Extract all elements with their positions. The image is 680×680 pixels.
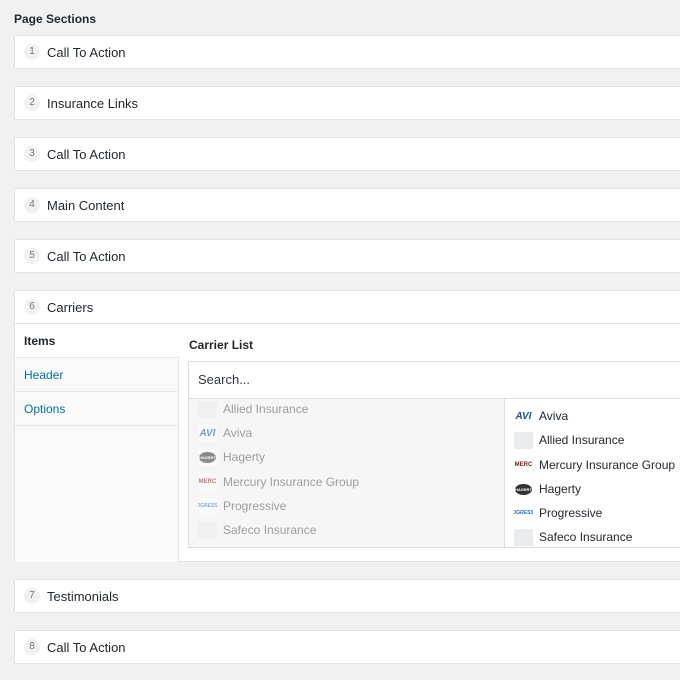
carrier-name: Hagerty (539, 482, 582, 496)
section-7[interactable]: 7 Testimonials (14, 579, 680, 613)
hagerty-logo-text: HAGERTY (199, 451, 217, 463)
section-number: 7 (24, 588, 40, 604)
selected-carrier-hagerty[interactable]: HAGERTY Hagerty (514, 479, 581, 499)
mercury-logo-icon: MERC (198, 473, 217, 491)
selected-carrier-safeco[interactable]: Safeco Insurance (514, 527, 632, 547)
section-3[interactable]: 3 Call To Action (14, 137, 680, 171)
progressive-logo-icon: PROGRESSIVE (198, 497, 217, 515)
progressive-logo-icon: PROGRESSIVE (514, 504, 533, 522)
section-5[interactable]: 5 Call To Action (14, 239, 680, 273)
section-2[interactable]: 2 Insurance Links (14, 86, 680, 120)
carrier-name: Safeco Insurance (223, 523, 317, 537)
carrier-name: Aviva (539, 409, 569, 423)
tab-items[interactable]: Items (15, 324, 179, 358)
section-8[interactable]: 8 Call To Action (14, 630, 680, 664)
section-6[interactable]: 6 Carriers (14, 290, 680, 324)
allied-logo-icon (198, 400, 217, 418)
section-name: Call To Action (47, 146, 126, 162)
section-number: 5 (24, 248, 40, 264)
carrier-name: Aviva (223, 426, 253, 440)
available-carrier-mercury[interactable]: MERC Mercury Insurance Group (198, 472, 359, 492)
selected-carrier-aviva[interactable]: AVI Aviva (514, 406, 568, 426)
hagerty-logo-text: HAGERTY (515, 483, 533, 495)
available-carrier-progressive[interactable]: PROGRESSIVE Progressive (198, 496, 286, 516)
section-name: Call To Action (47, 248, 126, 264)
section-name: Insurance Links (47, 95, 139, 111)
carrier-name: Hagerty (223, 450, 266, 464)
section-name: Call To Action (47, 44, 126, 60)
selected-carrier-allied[interactable]: Allied Insurance (514, 430, 624, 450)
section-4[interactable]: 4 Main Content (14, 188, 680, 222)
carrier-name: Mercury Insurance Group (223, 475, 360, 489)
aviva-logo-icon: AVI (514, 407, 533, 425)
available-carriers-list[interactable]: Allied Insurance AVI Aviva HAGERTY Hager… (188, 399, 504, 548)
section-name: Call To Action (47, 639, 126, 655)
section-number: 8 (24, 639, 40, 655)
page-sections-title: Page Sections (14, 12, 97, 26)
carrier-name: Mercury Insurance Group (539, 458, 676, 472)
aviva-logo-icon: AVI (198, 424, 217, 442)
available-carrier-safeco[interactable]: Safeco Insurance (198, 520, 316, 540)
safeco-logo-icon (198, 521, 217, 539)
carrier-list-label: Carrier List (189, 338, 254, 352)
allied-logo-icon (514, 431, 533, 449)
section-tabs: Items Header Options (15, 324, 179, 562)
selected-carrier-progressive[interactable]: PROGRESSIVE Progressive (514, 503, 602, 523)
section-name: Testimonials (47, 588, 119, 604)
section-number: 2 (24, 95, 40, 111)
tab-header[interactable]: Header (15, 358, 178, 392)
carrier-name: Safeco Insurance (539, 530, 633, 544)
section-number: 6 (24, 299, 40, 315)
carrier-name: Allied Insurance (539, 433, 625, 447)
available-carrier-hagerty[interactable]: HAGERTY Hagerty (198, 447, 265, 467)
available-carrier-aviva[interactable]: AVI Aviva (198, 423, 252, 443)
selected-carriers-list[interactable]: AVI Aviva Allied Insurance MERC Mercury … (504, 399, 680, 548)
section-number: 3 (24, 146, 40, 162)
carrier-search-input[interactable]: Search... (188, 361, 680, 399)
carrier-name: Progressive (223, 499, 287, 513)
hagerty-logo-icon: HAGERTY (198, 448, 217, 466)
carrier-name: Allied Insurance (223, 402, 309, 416)
section-number: 4 (24, 197, 40, 213)
section-1[interactable]: 1 Call To Action (14, 35, 680, 69)
section-name: Carriers (47, 299, 94, 315)
available-carrier-allied[interactable]: Allied Insurance (198, 399, 308, 419)
carriers-section-panel: Items Header Options Carrier List Search… (14, 324, 680, 562)
section-number: 1 (24, 44, 40, 60)
safeco-logo-icon (514, 528, 533, 546)
mercury-logo-icon: MERC (514, 456, 533, 474)
tab-options[interactable]: Options (15, 392, 178, 426)
selected-carrier-mercury[interactable]: MERC Mercury Insurance Group (514, 455, 675, 475)
hagerty-logo-icon: HAGERTY (514, 480, 533, 498)
carrier-name: Progressive (539, 506, 603, 520)
section-name: Main Content (47, 197, 125, 213)
